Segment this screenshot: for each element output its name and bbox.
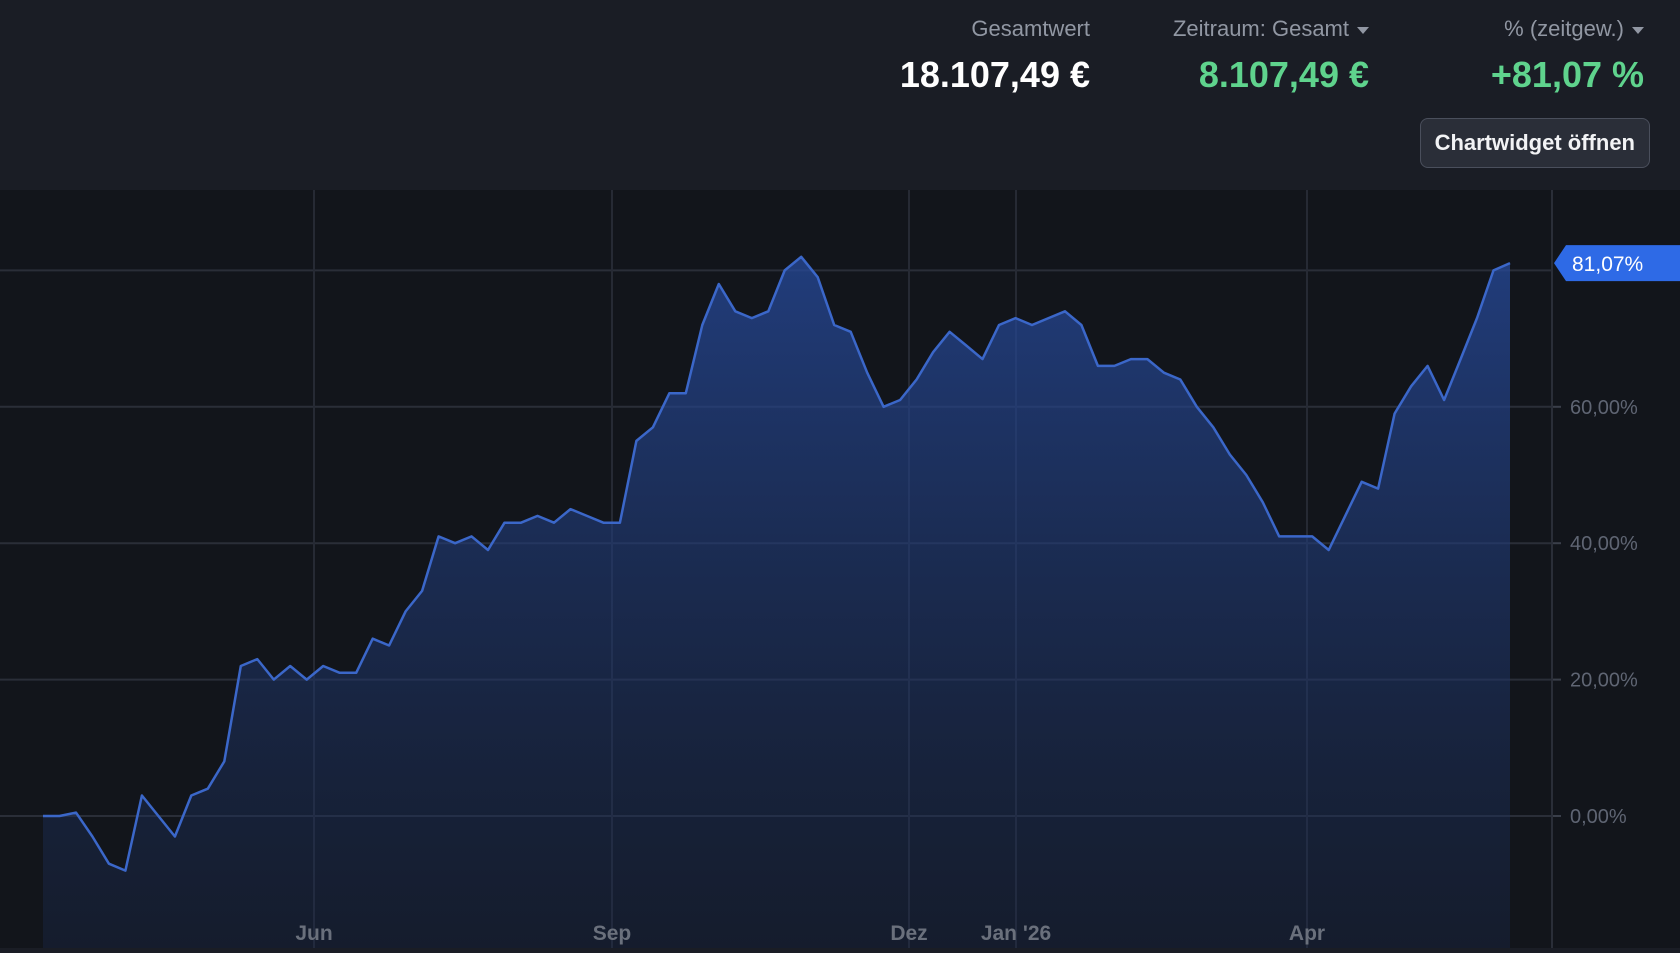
x-tick-label: Jun — [295, 922, 332, 945]
y-tick-label: 40,00% — [1570, 533, 1638, 555]
performance-chart-svg: 0,00% 20,00% 40,00% 60,00% Jun Sep Dez Jan '26 A… — [0, 190, 1680, 948]
y-tick-label: 20,00% — [1570, 670, 1638, 692]
x-tick-label: Dez — [890, 922, 927, 945]
x-tick-label: Apr — [1289, 922, 1325, 945]
y-tick-label: 0,00% — [1570, 806, 1627, 828]
total-value-stat: Gesamtwert 18.107,49 € — [900, 14, 1090, 98]
chevron-down-icon — [1357, 26, 1369, 34]
y-tick-label: 60,00% — [1570, 397, 1638, 419]
header: Gesamtwert 18.107,49 € Zeitraum: Gesamt … — [0, 0, 1680, 190]
period-gain-value: 8.107,49 € — [1198, 54, 1369, 95]
open-chart-widget-button[interactable]: Chartwidget öffnen — [1419, 118, 1650, 168]
period-stat: Zeitraum: Gesamt 8.107,49 € — [1173, 14, 1369, 98]
percent-gain-value: +81,07 % — [1490, 54, 1644, 95]
total-value: 18.107,49 € — [899, 54, 1090, 95]
chevron-down-icon — [1632, 26, 1644, 34]
percent-mode-dropdown[interactable]: % (zeitgew.) — [1504, 14, 1644, 44]
period-dropdown[interactable]: Zeitraum: Gesamt — [1173, 14, 1369, 44]
x-tick-label: Jan '26 — [981, 922, 1051, 945]
percent-stat: % (zeitgew.) +81,07 % — [1491, 14, 1644, 98]
total-value-label: Gesamtwert — [971, 16, 1090, 41]
x-tick-label: Sep — [593, 922, 632, 945]
percent-mode-label: % (zeitgew.) — [1504, 16, 1624, 41]
current-value-label: 81,07% — [1572, 253, 1643, 276]
performance-chart[interactable]: 0,00% 20,00% 40,00% 60,00% Jun Sep Dez Jan '26 A… — [0, 190, 1680, 948]
series-area — [43, 256, 1510, 948]
period-label: Zeitraum: Gesamt — [1172, 16, 1349, 41]
